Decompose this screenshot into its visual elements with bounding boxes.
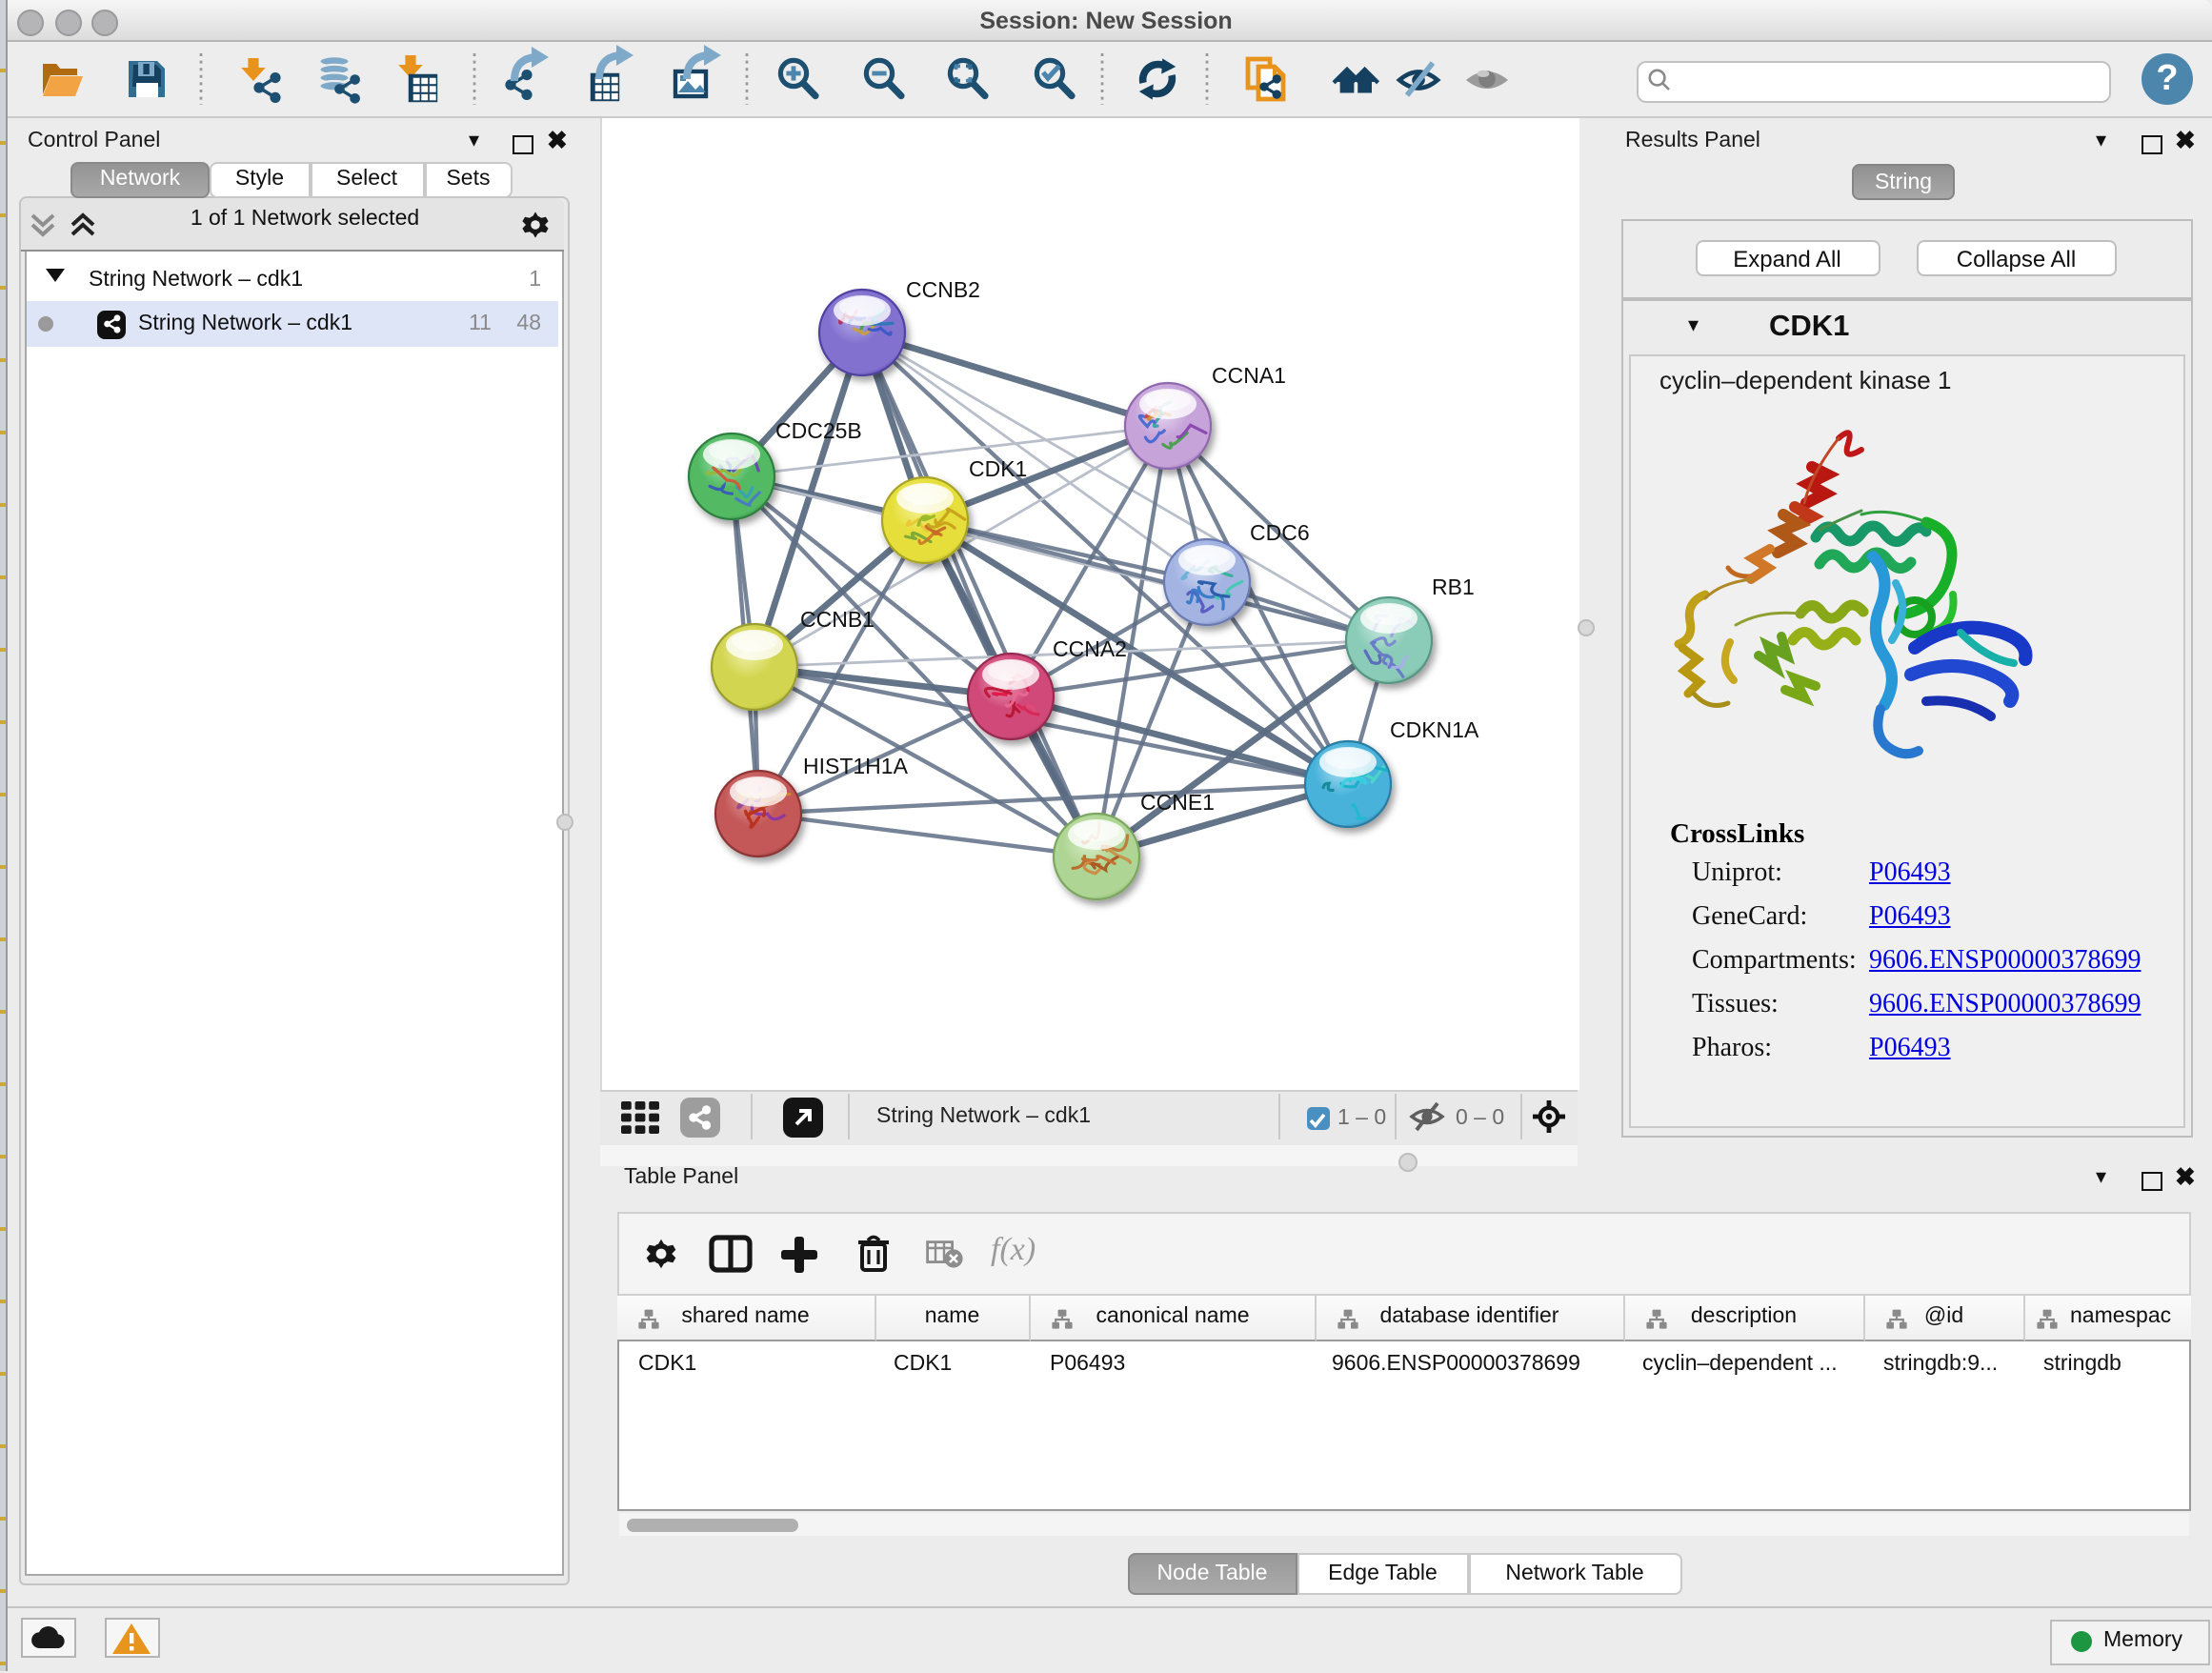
svg-text:CCNE1: CCNE1 <box>1139 790 1214 815</box>
svg-text:CCNA2: CCNA2 <box>1052 636 1126 661</box>
svg-text:CDC25B: CDC25B <box>774 418 861 443</box>
svg-text:CDK1: CDK1 <box>968 456 1026 481</box>
svg-text:CCNB2: CCNB2 <box>905 277 979 302</box>
svg-text:RB1: RB1 <box>1431 574 1474 599</box>
svg-text:CDC6: CDC6 <box>1249 520 1309 545</box>
svg-text:HIST1H1A: HIST1H1A <box>802 754 908 778</box>
svg-text:CCNA1: CCNA1 <box>1211 363 1285 388</box>
svg-text:CDKN1A: CDKN1A <box>1389 717 1478 742</box>
svg-text:CCNB1: CCNB1 <box>799 607 874 632</box>
